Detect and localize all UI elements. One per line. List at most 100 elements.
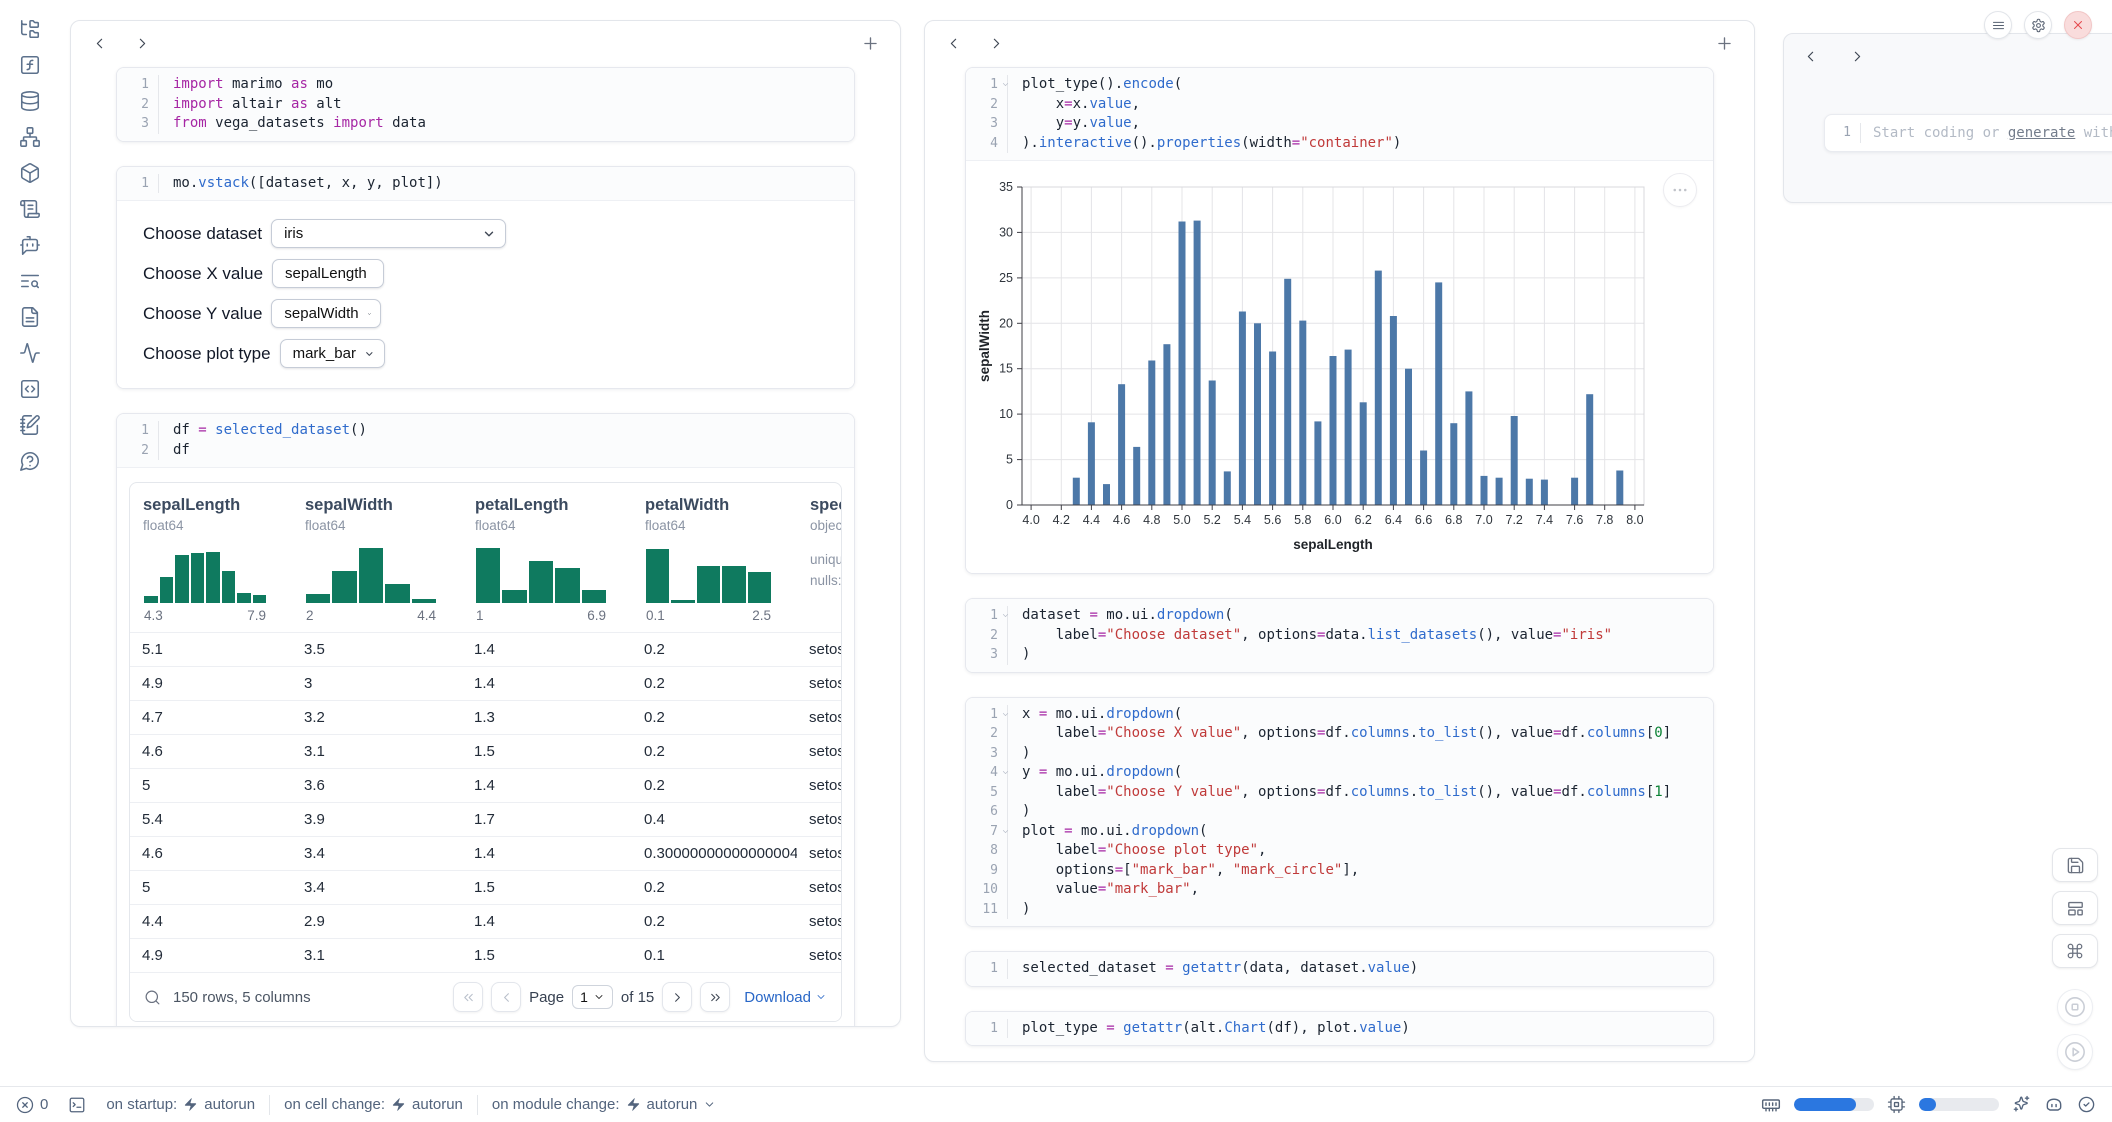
panel-next-button[interactable] xyxy=(134,34,151,52)
rail-documentation-button[interactable] xyxy=(19,306,41,328)
generate-link[interactable]: generate xyxy=(2008,125,2075,141)
column-histogram[interactable] xyxy=(646,543,771,603)
settings-button[interactable] xyxy=(2024,11,2052,39)
column-name[interactable]: sepalLength xyxy=(143,496,292,515)
connection-status-button[interactable] xyxy=(2077,1095,2096,1114)
runtime-setting-0[interactable]: on startup:autorun xyxy=(106,1096,255,1113)
menu-button[interactable] xyxy=(1984,11,2012,39)
cell-xyplot-dropdowns[interactable]: 1x = mo.ui.dropdown(2 label="Choose X va… xyxy=(965,697,1714,928)
cell-selected-dataset[interactable]: 1selected_dataset = getattr(data, datase… xyxy=(965,951,1714,987)
table-row[interactable]: 4.63.11.50.2setosa xyxy=(130,734,841,768)
rail-tracing-button[interactable] xyxy=(19,342,41,364)
error-indicator[interactable]: 0 xyxy=(16,1096,48,1114)
next-page-button[interactable] xyxy=(662,982,692,1012)
x-value-select[interactable]: sepalLength xyxy=(272,259,384,288)
rail-logs-button[interactable] xyxy=(19,198,41,220)
panel-prev-button[interactable] xyxy=(945,34,962,52)
ai-assistant-button[interactable] xyxy=(2012,1095,2031,1114)
plot-type-select[interactable]: mark_bar xyxy=(280,339,385,368)
cell-dataset-dropdown[interactable]: 1dataset = mo.ui.dropdown(2 label="Choos… xyxy=(965,598,1714,673)
save-button[interactable] xyxy=(2052,848,2098,882)
column-histogram[interactable] xyxy=(476,543,606,603)
column-histogram[interactable] xyxy=(144,543,266,603)
code-editor[interactable]: 1selected_dataset = getattr(data, datase… xyxy=(966,952,1713,986)
run-button[interactable] xyxy=(2057,1034,2093,1070)
zap-icon xyxy=(183,1097,198,1112)
code-editor[interactable]: 1plot_type = getattr(alt.Chart(df), plot… xyxy=(966,1012,1713,1046)
table-cell: 3.5 xyxy=(292,632,462,666)
panel-next-button[interactable] xyxy=(988,34,1005,52)
column-name[interactable]: petalWidth xyxy=(645,496,797,515)
code-editor[interactable]: 1plot_type().encode(2 x=x.value,3 y=y.va… xyxy=(966,68,1713,160)
first-page-button[interactable] xyxy=(453,982,483,1012)
rail-help-button[interactable] xyxy=(19,450,41,472)
code-editor[interactable]: 1dataset = mo.ui.dropdown(2 label="Choos… xyxy=(966,599,1713,672)
runtime-setting-2[interactable]: on module change:autorun xyxy=(492,1096,716,1113)
terminal-button[interactable] xyxy=(68,1096,86,1114)
cell-plot-type[interactable]: 1plot_type = getattr(alt.Chart(df), plot… xyxy=(965,1011,1714,1047)
chevron-left-icon xyxy=(91,35,108,52)
rail-ai-chat-button[interactable] xyxy=(19,234,41,256)
y-value-select[interactable]: sepalWidth xyxy=(271,299,381,328)
table-row[interactable]: 5.13.51.40.2setosa xyxy=(130,632,841,666)
last-page-button[interactable] xyxy=(700,982,730,1012)
rail-outline-button[interactable] xyxy=(19,270,41,292)
column-histogram[interactable] xyxy=(306,543,436,603)
rail-scratchpad-button[interactable] xyxy=(19,414,41,436)
rail-data-sources-button[interactable] xyxy=(19,90,41,112)
command-palette-button[interactable] xyxy=(2052,934,2098,968)
control-label: Choose dataset xyxy=(143,224,262,244)
panel-prev-button[interactable] xyxy=(1802,47,1819,65)
table-row[interactable]: 4.931.40.2setosa xyxy=(130,666,841,700)
rail-file-explorer-button[interactable] xyxy=(19,18,41,40)
rail-variables-button[interactable] xyxy=(19,54,41,76)
x-circle-icon xyxy=(16,1096,34,1114)
runtime-setting-1[interactable]: on cell change:autorun xyxy=(284,1096,463,1113)
prev-page-button[interactable] xyxy=(491,982,521,1012)
svg-text:7.0: 7.0 xyxy=(1475,513,1492,527)
cell-vstack[interactable]: 1mo.vstack([dataset, x, y, plot]) Choose… xyxy=(116,166,855,390)
cell-dataframe[interactable]: 1df = selected_dataset()2df sepalLengthf… xyxy=(116,413,855,1027)
cell-plot[interactable]: 1plot_type().encode(2 x=x.value,3 y=y.va… xyxy=(965,67,1714,574)
cell-imports[interactable]: 1import marimo as mo2import altair as al… xyxy=(116,67,855,142)
table-row[interactable]: 4.63.41.40.30000000000000004setosa xyxy=(130,836,841,870)
table-row[interactable]: 4.73.21.30.2setosa xyxy=(130,700,841,734)
rail-packages-button[interactable] xyxy=(19,162,41,184)
panel-next-button[interactable] xyxy=(1849,47,1866,65)
table-row[interactable]: 53.41.50.2setosa xyxy=(130,870,841,904)
code-line: 2df xyxy=(117,441,854,461)
code-editor[interactable]: 1mo.vstack([dataset, x, y, plot]) xyxy=(117,167,854,201)
table-row[interactable]: 4.42.91.40.2setosa xyxy=(130,904,841,938)
download-button[interactable]: Download xyxy=(744,989,827,1006)
bar-chart[interactable]: 4.04.24.44.64.85.05.25.45.65.86.06.26.46… xyxy=(976,171,1706,561)
svg-text:20: 20 xyxy=(999,316,1013,330)
table-row[interactable]: 53.61.40.2setosa xyxy=(130,768,841,802)
code-editor[interactable]: 1import marimo as mo2import altair as al… xyxy=(117,68,854,141)
column-name[interactable]: species xyxy=(810,496,842,515)
code-line: 2 label="Choose X value", options=df.col… xyxy=(966,724,1713,744)
dataset-select[interactable]: iris xyxy=(271,219,506,248)
column-name[interactable]: petalLength xyxy=(475,496,632,515)
rail-dependency-graph-button[interactable] xyxy=(19,126,41,148)
code-editor[interactable]: 1df = selected_dataset()2df xyxy=(117,414,854,467)
layout-button[interactable] xyxy=(2052,891,2098,925)
svg-text:sepalWidth: sepalWidth xyxy=(977,310,992,382)
rail-snippets-button[interactable] xyxy=(19,378,41,400)
close-panel-button[interactable] xyxy=(2064,11,2092,39)
chart-menu-button[interactable] xyxy=(1663,173,1697,207)
window-buttons xyxy=(1984,11,2092,39)
column-name[interactable]: sepalWidth xyxy=(305,496,462,515)
add-cell-button[interactable] xyxy=(861,34,880,52)
new-cell-editor[interactable]: 1 Start coding or generate with xyxy=(1824,114,2112,152)
stop-button[interactable] xyxy=(2057,989,2093,1025)
table-cell: 4.9 xyxy=(130,666,292,700)
table-row[interactable]: 4.93.11.50.1setosa xyxy=(130,938,841,972)
copilot-button[interactable] xyxy=(2044,1095,2064,1115)
square-code-icon xyxy=(19,378,41,400)
panel-prev-button[interactable] xyxy=(91,34,108,52)
add-cell-button[interactable] xyxy=(1715,34,1734,52)
table-row[interactable]: 5.43.91.70.4setosa xyxy=(130,802,841,836)
code-editor[interactable]: 1x = mo.ui.dropdown(2 label="Choose X va… xyxy=(966,698,1713,927)
save-icon xyxy=(2066,856,2085,875)
page-select[interactable]: 1 xyxy=(572,985,613,1009)
